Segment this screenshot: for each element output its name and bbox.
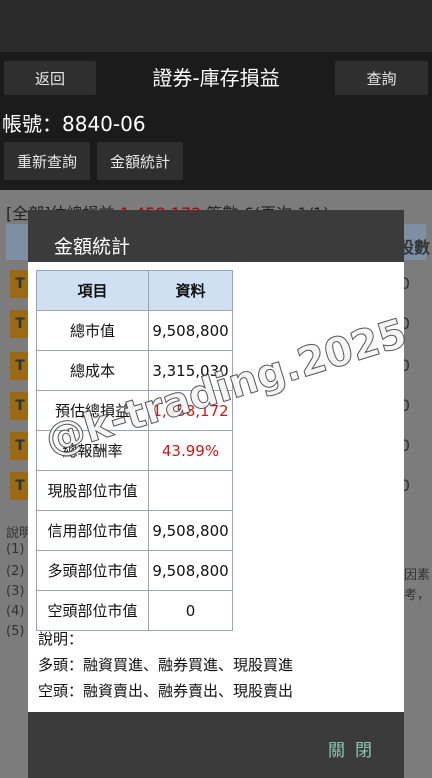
dialog-notes: 說明： 多頭：融資買進、融券買進、現股買進 空頭：融資賣出、融券賣出、現股賣出 xyxy=(38,626,293,704)
status-bar xyxy=(0,0,432,52)
notes-short: 空頭：融資賣出、融券賣出、現股賣出 xyxy=(38,682,294,700)
table-row: 空頭部位市值 0 xyxy=(36,590,233,631)
note-item: (2) xyxy=(6,564,25,579)
amount-stats-button[interactable]: 金額統計 xyxy=(97,142,183,180)
table-row: 現股部位市值 xyxy=(36,470,233,511)
table-row: 多頭部位市值 9,508,800 xyxy=(36,550,233,591)
column-header-data: 資料 xyxy=(148,270,233,311)
query-button[interactable]: 查詢 xyxy=(335,61,428,95)
dialog-title-bar: 金額統計 xyxy=(28,210,404,262)
row-tag[interactable]: T xyxy=(10,472,30,500)
requery-button[interactable]: 重新查詢 xyxy=(4,142,90,180)
row-value: 43.99% xyxy=(148,430,233,471)
notes-heading: 說明： xyxy=(38,630,84,648)
column-header-item: 項目 xyxy=(36,270,149,311)
row-value: 0 xyxy=(148,590,233,631)
account-label: 帳號：8840-06 xyxy=(2,112,146,136)
row-tag[interactable]: T xyxy=(10,310,30,338)
row-label: 多頭部位市值 xyxy=(36,550,149,591)
note-item: (3) xyxy=(6,584,25,599)
row-value: 9,508,800 xyxy=(148,510,233,551)
table-row: 信用部位市值 9,508,800 xyxy=(36,510,233,551)
amount-stats-dialog: 金額統計 項目 資料 總市值 9,508,800 總成本 3,315,030 預… xyxy=(28,210,404,778)
notes-long: 多頭：融資買進、融券買進、現股買進 xyxy=(38,656,294,674)
row-label: 空頭部位市值 xyxy=(36,590,149,631)
row-value: 9,508,800 xyxy=(148,310,233,351)
dialog-title: 金額統計 xyxy=(54,236,131,258)
row-value: 9,508,800 xyxy=(148,550,233,591)
table-header-row: 項目 資料 xyxy=(36,270,233,311)
row-label: 總市值 xyxy=(36,310,149,351)
row-tag[interactable]: T xyxy=(10,270,30,298)
dialog-footer: 關閉 xyxy=(28,712,404,778)
table-row: 總市值 9,508,800 xyxy=(36,310,233,351)
row-label: 總成本 xyxy=(36,350,149,391)
note-item: (5) xyxy=(6,624,25,639)
row-tag[interactable]: T xyxy=(10,432,30,460)
row-label: 現股部位市值 xyxy=(36,470,149,511)
close-button[interactable]: 關閉 xyxy=(328,736,382,761)
account-number: 帳號：8840-06 xyxy=(2,108,146,137)
row-tag[interactable]: T xyxy=(10,352,30,380)
row-label: 信用部位市值 xyxy=(36,510,149,551)
row-tag[interactable]: T xyxy=(10,392,30,420)
note-item: (1) xyxy=(6,542,25,557)
note-item: (4) xyxy=(6,604,25,619)
row-value xyxy=(148,470,233,511)
